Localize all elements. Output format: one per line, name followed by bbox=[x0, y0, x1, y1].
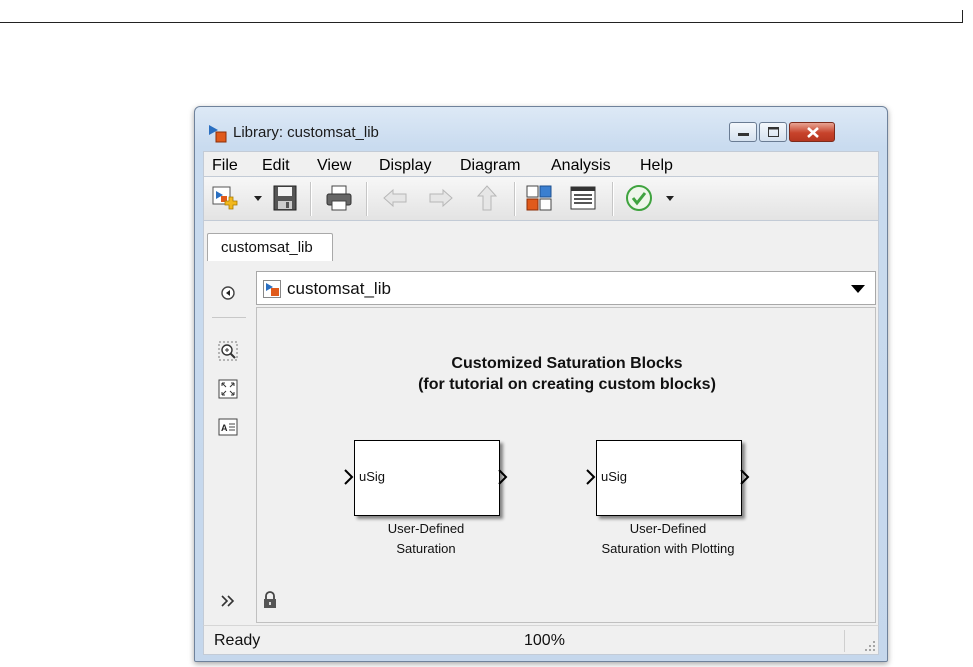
input-port-icon bbox=[344, 469, 354, 485]
toolbar-separator bbox=[514, 182, 515, 216]
library-browser-icon[interactable] bbox=[524, 183, 554, 213]
top-rule bbox=[0, 22, 963, 23]
block-caption-line1: User-Defined bbox=[387, 521, 465, 536]
canvas-heading-line1: Customized Saturation Blocks bbox=[451, 355, 683, 372]
zoom-icon[interactable] bbox=[218, 341, 238, 361]
palette-sidebar: A bbox=[204, 267, 254, 623]
input-port-label: uSig bbox=[359, 469, 386, 484]
toolbar-separator bbox=[310, 182, 311, 216]
address-bar[interactable]: customsat_lib bbox=[256, 271, 876, 305]
new-model-icon[interactable] bbox=[210, 183, 240, 213]
status-separator bbox=[844, 630, 845, 652]
hide-browser-icon[interactable] bbox=[218, 283, 238, 303]
menu-edit[interactable]: Edit bbox=[262, 157, 290, 175]
new-model-dropdown-icon[interactable] bbox=[254, 196, 262, 201]
resize-grip-icon[interactable] bbox=[864, 640, 876, 652]
top-rule-tick bbox=[962, 10, 963, 23]
address-path: customsat_lib bbox=[287, 279, 391, 298]
menu-display[interactable]: Display bbox=[379, 157, 431, 175]
svg-text:A: A bbox=[221, 423, 228, 433]
work-area: A customsat_lib Customized Saturation Bl… bbox=[203, 267, 879, 625]
menu-analysis[interactable]: Analysis bbox=[551, 157, 611, 175]
block-caption-line2: Saturation bbox=[396, 541, 456, 556]
close-button[interactable] bbox=[789, 122, 835, 142]
minimize-icon bbox=[738, 133, 749, 136]
menu-view[interactable]: View bbox=[317, 157, 351, 175]
block-caption-line2: Saturation with Plotting bbox=[601, 541, 735, 556]
toolbar-separator bbox=[612, 182, 613, 216]
block-caption: User-Defined Saturation bbox=[316, 519, 536, 559]
status-text: Ready bbox=[214, 632, 261, 649]
output-port-icon bbox=[498, 469, 508, 485]
status-bar: Ready 100% bbox=[203, 625, 879, 655]
simulink-app-icon bbox=[209, 125, 227, 143]
fit-to-view-icon[interactable] bbox=[218, 379, 238, 399]
check-advisor-icon[interactable] bbox=[624, 183, 654, 213]
menu-help[interactable]: Help bbox=[640, 157, 673, 175]
expand-palette-icon[interactable] bbox=[218, 591, 238, 611]
canvas-heading-line2: (for tutorial on creating custom blocks) bbox=[418, 376, 716, 393]
forward-arrow-icon[interactable] bbox=[426, 183, 456, 213]
title-bar[interactable]: Library: customsat_lib bbox=[195, 107, 887, 151]
toolbar bbox=[203, 177, 879, 221]
model-icon bbox=[263, 280, 281, 298]
print-icon[interactable] bbox=[324, 183, 354, 213]
simulink-library-window: Library: customsat_lib File Edit View Di… bbox=[194, 106, 888, 662]
tab-customsat-lib[interactable]: customsat_lib bbox=[207, 233, 333, 261]
sidebar-separator bbox=[212, 317, 246, 318]
user-defined-saturation-block[interactable]: uSig bbox=[344, 440, 508, 516]
input-port-icon bbox=[586, 469, 596, 485]
block-caption-line1: User-Defined bbox=[629, 521, 707, 536]
lock-icon[interactable] bbox=[261, 590, 279, 610]
up-arrow-icon[interactable] bbox=[472, 183, 502, 213]
back-arrow-icon[interactable] bbox=[380, 183, 410, 213]
model-explorer-icon[interactable] bbox=[568, 183, 598, 213]
maximize-button[interactable] bbox=[759, 122, 787, 142]
close-icon bbox=[807, 127, 819, 138]
zoom-level: 100% bbox=[524, 632, 565, 649]
toolbar-separator bbox=[366, 182, 367, 216]
menu-diagram[interactable]: Diagram bbox=[460, 157, 520, 175]
address-dropdown-icon[interactable] bbox=[851, 285, 865, 293]
model-canvas[interactable]: Customized Saturation Blocks (for tutori… bbox=[256, 307, 876, 623]
user-defined-saturation-with-plotting-block[interactable]: uSig bbox=[586, 440, 750, 516]
annotation-icon[interactable]: A bbox=[218, 417, 238, 437]
maximize-icon bbox=[768, 127, 779, 137]
window-title: Library: customsat_lib bbox=[233, 124, 379, 141]
tab-strip: customsat_lib bbox=[203, 221, 879, 267]
minimize-button[interactable] bbox=[729, 122, 757, 142]
tab-label: customsat_lib bbox=[221, 239, 313, 256]
menu-file[interactable]: File bbox=[212, 157, 238, 175]
input-port-label: uSig bbox=[601, 469, 628, 484]
check-advisor-dropdown-icon[interactable] bbox=[666, 196, 674, 201]
output-port-icon bbox=[740, 469, 750, 485]
save-icon[interactable] bbox=[270, 183, 300, 213]
block-caption: User-Defined Saturation with Plotting bbox=[558, 519, 778, 559]
menu-bar: File Edit View Display Diagram Analysis … bbox=[203, 151, 879, 177]
